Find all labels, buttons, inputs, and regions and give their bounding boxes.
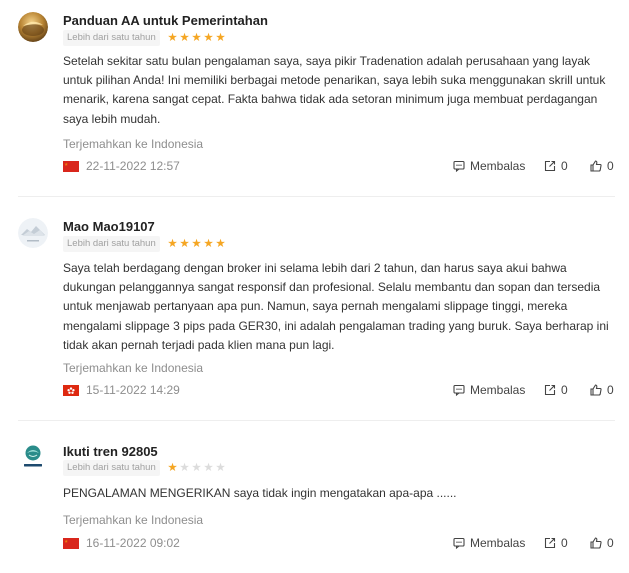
star-empty-icon: ★ — [179, 462, 190, 474]
review-footer: 16-11-2022 09:02 Membalas 0 0 — [0, 535, 629, 551]
review-item: Ikuti tren 92805 Lebih dari satu tahun ★… — [0, 0, 629, 573]
thumbs-up-icon — [590, 537, 602, 549]
rating-stars: ★ ★ ★ ★ ★ — [167, 462, 226, 474]
duration-badge: Lebih dari satu tahun — [63, 460, 160, 476]
share-icon — [544, 537, 556, 549]
comment-icon — [453, 537, 465, 549]
star-empty-icon: ★ — [191, 462, 202, 474]
share-count: 0 — [561, 536, 568, 550]
china-flag-icon — [63, 538, 79, 549]
reply-button[interactable]: Membalas — [453, 535, 525, 551]
like-count: 0 — [607, 536, 614, 550]
star-filled-icon: ★ — [167, 462, 178, 474]
user-avatar[interactable] — [18, 442, 48, 472]
review-text: PENGALAMAN MENGERIKAN saya tidak ingin m… — [63, 486, 457, 500]
user-name[interactable]: Ikuti tren 92805 — [63, 444, 158, 460]
like-button[interactable]: 0 — [590, 535, 614, 551]
translate-link[interactable]: Terjemahkan ke Indonesia — [63, 513, 203, 527]
share-button[interactable]: 0 — [544, 535, 568, 551]
reply-label: Membalas — [470, 536, 526, 550]
star-empty-icon: ★ — [203, 462, 214, 474]
star-empty-icon: ★ — [215, 462, 226, 474]
review-date: 16-11-2022 09:02 — [86, 536, 180, 550]
